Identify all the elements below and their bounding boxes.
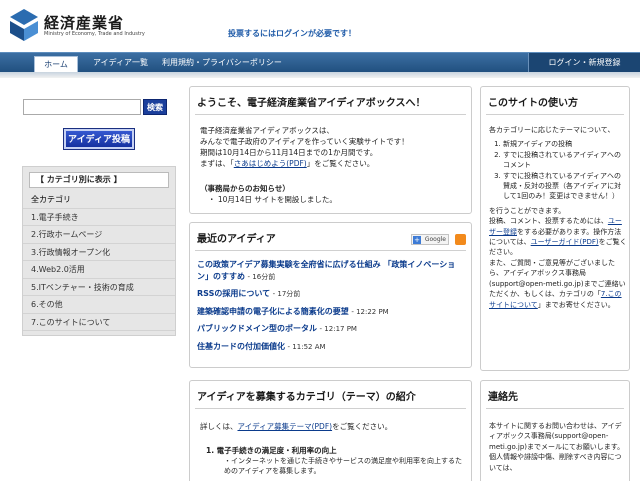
user-guide-pdf-link[interactable]: ユーザーガイド(PDF) (531, 238, 599, 246)
category-intro-title: アイディアを募集するカテゴリ（テーマ）の紹介 (197, 392, 416, 403)
recent-idea-item: 住基カードの付加価値化 - 11:52 AM (197, 341, 467, 353)
login-register-link[interactable]: ログイン・新規登録 (528, 53, 640, 73)
tab-idea-list[interactable]: アイディア一覧 (93, 53, 148, 73)
how-to-after: を行うことができます。 (489, 206, 566, 215)
recent-idea-time: - 11:52 AM (287, 343, 326, 351)
main-nav: ホーム アイディア一覧 利用規約・プライバシーポリシー ログイン・新規登録 (0, 52, 640, 73)
notice-heading: （事務局からのお知らせ） (200, 184, 290, 193)
search-input[interactable] (23, 99, 141, 115)
recent-idea-link[interactable]: この政策アイデア募集実験を全府省に広げる仕組み 「政策イノベーション」のすすめ (197, 260, 455, 281)
how-to-text: 各カテゴリーに応じたテーマについて、 新規アイディアの投稿 すでに投稿されている… (489, 125, 627, 310)
welcome-line: まずは、「さあはじめよう(PDF)」をご覧ください。 (200, 158, 468, 169)
tab-home[interactable]: ホーム (34, 56, 78, 73)
site-subtitle: Ministry of Economy, Trade and Industry (44, 31, 145, 37)
welcome-text: 電子経済産業省アイディアボックスは、 みんなで電子政府のアイディアを作っていく実… (200, 125, 468, 169)
welcome-box: ようこそ、電子経済産業省アイディアボックスへ！ 電子経済産業省アイディアボックス… (189, 86, 472, 214)
recent-idea-link[interactable]: パブリックドメイン型のポータル (197, 324, 317, 333)
add-to-google-button[interactable]: + Google (411, 234, 449, 245)
lead-pre: 詳しくは、 (200, 422, 238, 431)
login-notice: 投票するにはログインが必要です！ (228, 29, 356, 38)
how-to-step: 新規アイディアの投稿 (503, 139, 627, 149)
how-to-intro: 各カテゴリーに応じたテーマについて、 (489, 126, 615, 134)
p3-post: 」までお寄せください。 (537, 300, 615, 309)
lead-post: をご覧ください。 (332, 422, 393, 431)
welcome-line-post: 」をご覧ください。 (306, 159, 375, 168)
recent-idea-item: RSSの採用について - 17分前 (197, 288, 467, 300)
nav-divider (0, 72, 640, 78)
welcome-line: 期間は10月14日から11月14日までの1か月間です。 (200, 148, 378, 157)
category-intro-divider (195, 408, 466, 409)
rss-icon[interactable] (455, 234, 466, 245)
contact-box: 連絡先 本サイトに関するお問い合わせは、アイディアボックス事務局(support… (480, 380, 630, 481)
recent-divider (195, 250, 466, 251)
contact-paragraph: 個人情報や誹謗中傷、削除すべき内容については、 (489, 453, 622, 472)
welcome-line: 電子経済産業省アイディアボックスは、 (200, 126, 334, 135)
site-name[interactable]: 経済産業省 (44, 12, 124, 33)
how-to-box: このサイトの使い方 各カテゴリーに応じたテーマについて、 新規アイディアの投稿 … (480, 86, 630, 371)
contact-title: 連絡先 (488, 392, 518, 403)
how-to-contact: また、ご質問・ご意見等がございましたら、アイディアボックス事務局(support… (489, 258, 627, 310)
recent-ideas-box: 最近のアイディア + Google この政策アイデア募集実験を全府省に広げる仕組み… (189, 222, 472, 368)
category-item-5[interactable]: 5.ITベンチャー・技術の育成 (23, 279, 175, 296)
how-to-step: すでに投稿されているアイディアへのコメント (503, 150, 627, 171)
welcome-title: ようこそ、電子経済産業省アイディアボックスへ！ (197, 98, 426, 109)
search-button[interactable]: 検索 (143, 99, 167, 115)
welcome-divider (195, 114, 466, 115)
recent-idea-item: パブリックドメイン型のポータル - 12:17 PM (197, 323, 467, 335)
category-item-1[interactable]: 1.電子手続き (23, 209, 175, 226)
category-item-all[interactable]: 全カテゴリ (23, 191, 175, 209)
how-to-title: このサイトの使い方 (488, 98, 578, 109)
recent-idea-item: この政策アイデア募集実験を全府省に広げる仕組み 「政策イノベーション」のすすめ … (197, 259, 467, 283)
category-1-heading: 1. 電子手続きの満足度・利用率の向上 (206, 446, 337, 455)
recent-idea-link[interactable]: 住基カードの付加価値化 (197, 342, 285, 351)
notice-item: ・ 10月14日 サイトを開設しました。 (208, 195, 337, 204)
p2-pre: 投稿、コメント、投票するためには、 (489, 217, 608, 226)
how-to-divider (486, 114, 624, 115)
category-item-2[interactable]: 2.行政ホームページ (23, 226, 175, 244)
theme-pdf-link[interactable]: アイディア募集テーマ(PDF) (238, 422, 333, 431)
category-panel-title: 【 カテゴリ別に表示 】 (29, 172, 169, 188)
how-to-step: すでに投稿されているアイディアへの賛成・反対の投票（各アイディアに対して1回のみ… (503, 171, 627, 202)
plus-icon: + (413, 236, 421, 244)
contact-text: 本サイトに関するお問い合わせは、アイディアボックス事務局(support@ope… (489, 421, 627, 473)
recent-idea-link[interactable]: 建築確認申請の電子化による簡素化の要望 (197, 307, 349, 316)
category-item-3[interactable]: 3.行政情報オープン化 (23, 244, 175, 261)
recent-idea-time: - 12:17 PM (319, 325, 357, 333)
category-intro-lead: 詳しくは、アイディア募集テーマ(PDF)をご覧ください。 (200, 421, 392, 432)
contact-paragraph: 本サイトに関するお問い合わせは、アイディアボックス事務局(support@ope… (489, 422, 625, 451)
category-item-4[interactable]: 4.Web2.0活用 (23, 261, 175, 279)
how-to-steps: 新規アイディアの投稿 すでに投稿されているアイディアへのコメント すでに投稿され… (489, 139, 627, 201)
contact-divider (486, 408, 624, 409)
welcome-line-pre: まずは、「 (200, 159, 234, 168)
welcome-line: みんなで電子政府のアイディアを作っていく実験サイトです！ (200, 137, 409, 146)
tab-terms-privacy[interactable]: 利用規約・プライバシーポリシー (162, 53, 282, 73)
category-item-6[interactable]: 6.その他 (23, 296, 175, 314)
recent-idea-time: - 17分前 (272, 290, 301, 298)
how-to-register: 投稿、コメント、投票するためには、ユーザー登録をする必要があります。操作方法につ… (489, 216, 627, 258)
category-list: 全カテゴリ 1.電子手続き 2.行政ホームページ 3.行政情報オープン化 4.W… (23, 191, 175, 331)
site-header: 経済産業省 Ministry of Economy, Trade and Ind… (0, 0, 640, 52)
category-panel: 【 カテゴリ別に表示 】 全カテゴリ 1.電子手続き 2.行政ホームページ 3.… (22, 166, 176, 336)
meti-logo-icon[interactable] (10, 9, 38, 41)
recent-idea-link[interactable]: RSSの採用について (197, 289, 270, 298)
recent-idea-time: - 16分前 (247, 273, 276, 281)
getting-started-pdf-link[interactable]: さあはじめよう(PDF) (234, 159, 307, 168)
recent-ideas-title: 最近のアイディア (197, 234, 276, 245)
category-item-7[interactable]: 7.このサイトについて (23, 314, 175, 331)
category-intro-box: アイディアを募集するカテゴリ（テーマ）の紹介 詳しくは、アイディア募集テーマ(P… (189, 380, 472, 481)
post-idea-button[interactable]: アイディア投稿 (63, 128, 135, 150)
recent-idea-time: - 12:22 PM (351, 308, 389, 316)
category-1-text: ・インターネットを通じた手続きやサービスの満足度や利用率を向上するためのアイディ… (224, 457, 462, 475)
recent-idea-item: 建築確認申請の電子化による簡素化の要望 - 12:22 PM (197, 306, 467, 318)
google-label: Google (424, 236, 446, 243)
